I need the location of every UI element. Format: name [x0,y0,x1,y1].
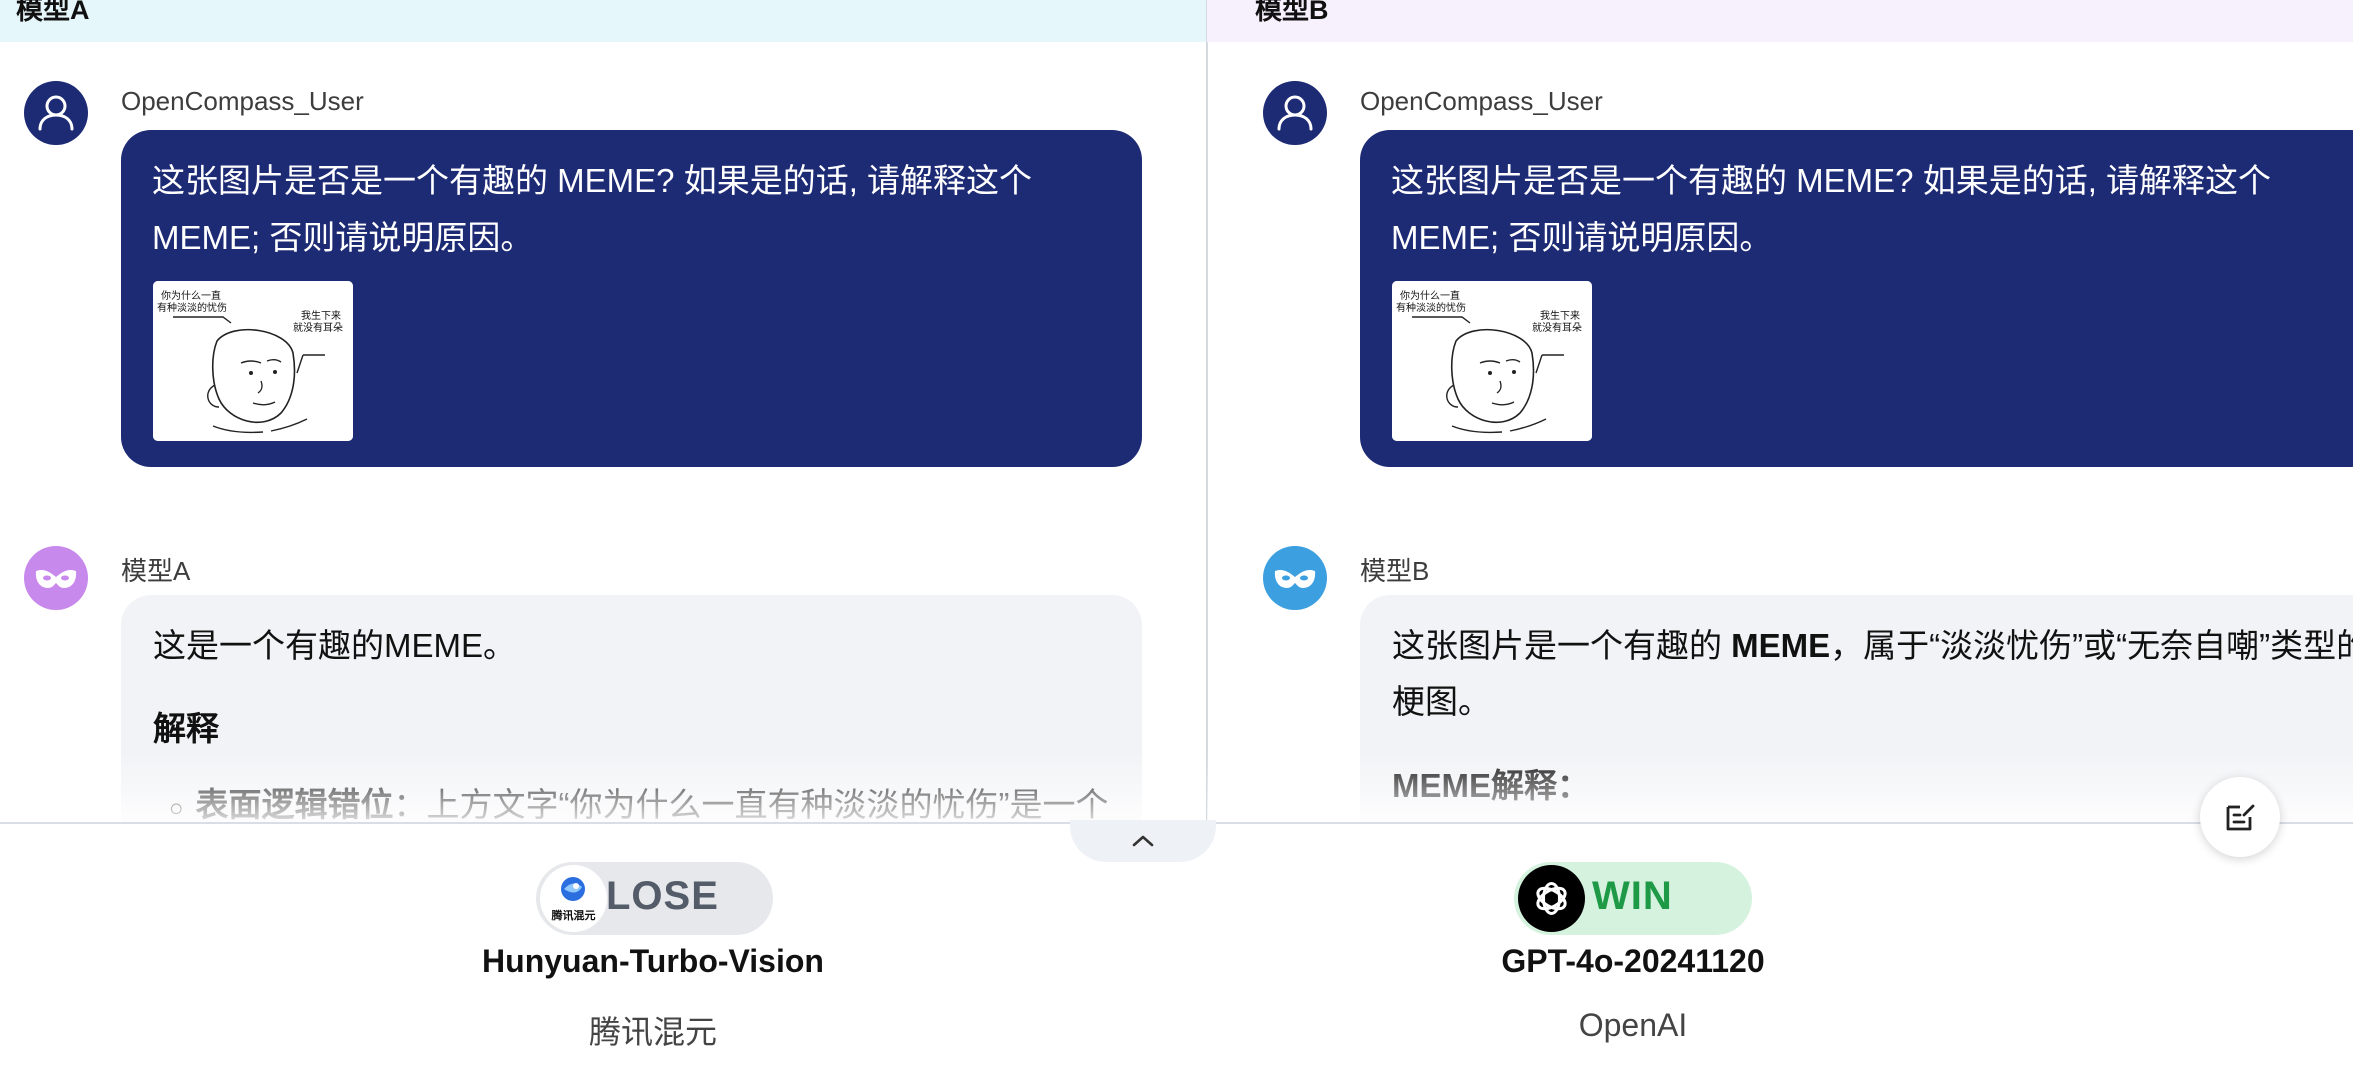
meme-thumbnail[interactable]: 你为什么一直 有种淡淡的忧伤 我生下来 就没有耳朵 [153,281,353,441]
user-message-bubble: 这张图片是否是一个有趣的 MEME? 如果是的话, 请解释这个 MEME; 否则… [121,130,1142,467]
response-a-heading: 解释 [153,710,219,747]
meme-image: 你为什么一直 有种淡淡的忧伤 我生下来 就没有耳朵 [153,281,353,441]
meme-left-caption-1: 你为什么一直 [1400,289,1460,302]
pane-a-header: 模型A [0,0,1206,42]
user-message-text: 这张图片是否是一个有趣的 MEME? 如果是的话, 请解释这个 MEME; 否则… [1391,162,2272,256]
user-name: OpenCompass_User [1360,86,1603,116]
model-a-name: 模型A [121,556,191,586]
openai-logo-icon [1536,882,1567,915]
lose-badge: 腾讯混元 LOSE [536,862,773,935]
meme-left-caption-2: 有种淡淡的忧伤 [157,301,227,314]
user-avatar [24,81,88,145]
response-b-line-1-prefix: 这张图片是一个有趣的 [1392,627,1732,664]
response-b-line-1-bold: MEME [1731,627,1831,664]
user-icon [38,95,74,131]
response-a-line-1: 这是一个有趣的MEME。 [153,627,516,664]
chevron-up-icon [1132,835,1154,847]
model-a-response-bubble: 这是一个有趣的MEME。 解释 ○ 表面逻辑错位：上方文字“你为什么一直有种淡淡的… [121,595,1142,822]
edit-note-icon [2226,804,2255,831]
right-model-org: OpenAI [1578,1007,1688,1043]
model-b-avatar [1263,546,1327,610]
model-a-pane: 模型A OpenCompass_User 这张图片是否是一个有趣的 MEME? … [0,0,1206,822]
collapse-toggle[interactable] [1070,820,1216,862]
meme-right-caption-2: 就没有耳朵 [1532,321,1582,334]
hunyuan-logo-text: 腾讯混元 [552,908,596,922]
model-a-avatar [24,546,88,610]
lose-label: LOSE [606,874,719,918]
hunyuan-logo-icon: 腾讯混元 [540,865,607,932]
response-b-heading: MEME解释： [1392,767,1590,804]
hunyuan-logo: 腾讯混元 [540,865,607,932]
meme-left-caption-2: 有种淡淡的忧伤 [1396,301,1466,314]
meme-image: 你为什么一直 有种淡淡的忧伤 我生下来 就没有耳朵 [1392,281,1592,441]
mask-icon [1274,569,1316,588]
meme-right-caption-1: 我生下来 [301,309,341,322]
pane-a-title: 模型A [16,0,90,25]
user-icon [1277,95,1313,131]
meme-right-caption-1: 我生下来 [1540,309,1580,322]
meme-right-caption-2: 就没有耳朵 [293,321,343,334]
pane-b-title: 模型B [1255,0,1329,25]
pane-b-header: 模型B [1207,0,2353,42]
user-message-text: 这张图片是否是一个有趣的 MEME? 如果是的话, 请解释这个 MEME; 否则… [152,162,1033,256]
win-label: WIN [1592,874,1673,918]
response-a-bullet: ○ 表面逻辑错位：上方文字“你为什么一直有种淡淡的忧伤”是一个 [169,777,1108,822]
response-b-line-1: 这张图片是一个有趣的 MEME，属于“淡淡忧伤”或“无奈自嘲”类型的 [1392,618,2353,674]
mask-icon [35,569,77,588]
left-model-org: 腾讯混元 [588,1014,717,1050]
bullet-marker: ○ [169,795,184,822]
right-model-name: GPT-4o-20241120 [1501,943,1765,979]
response-b-line-2: 梗图。 [1392,683,1491,720]
user-avatar [1263,81,1327,145]
response-a-bullet-text: ：上方文字“你为什么一直有种淡淡的忧伤”是一个 [393,786,1109,822]
left-model-name: Hunyuan-Turbo-Vision [482,943,824,979]
model-b-name: 模型B [1360,556,1430,586]
openai-logo [1518,865,1585,932]
response-b-line-1-suffix: ，属于“淡淡忧伤”或“无奈自嘲”类型的 [1830,627,2353,664]
win-badge: WIN [1514,862,1752,935]
meme-left-caption-1: 你为什么一直 [161,289,221,302]
user-name: OpenCompass_User [121,86,364,116]
meme-thumbnail[interactable]: 你为什么一直 有种淡淡的忧伤 我生下来 就没有耳朵 [1392,281,1592,441]
edit-button[interactable] [2200,777,2280,857]
model-b-pane: 模型B OpenCompass_User 这张图片是否是一个有趣的 MEME? … [1207,0,2353,822]
response-a-bullet-bold: 表面逻辑错位 [195,786,394,822]
user-message-bubble: 这张图片是否是一个有趣的 MEME? 如果是的话, 请解释这个 MEME; 否则… [1360,130,2353,467]
model-b-response-bubble: 这张图片是一个有趣的 MEME，属于“淡淡忧伤”或“无奈自嘲”类型的 梗图。 M… [1360,595,2353,822]
